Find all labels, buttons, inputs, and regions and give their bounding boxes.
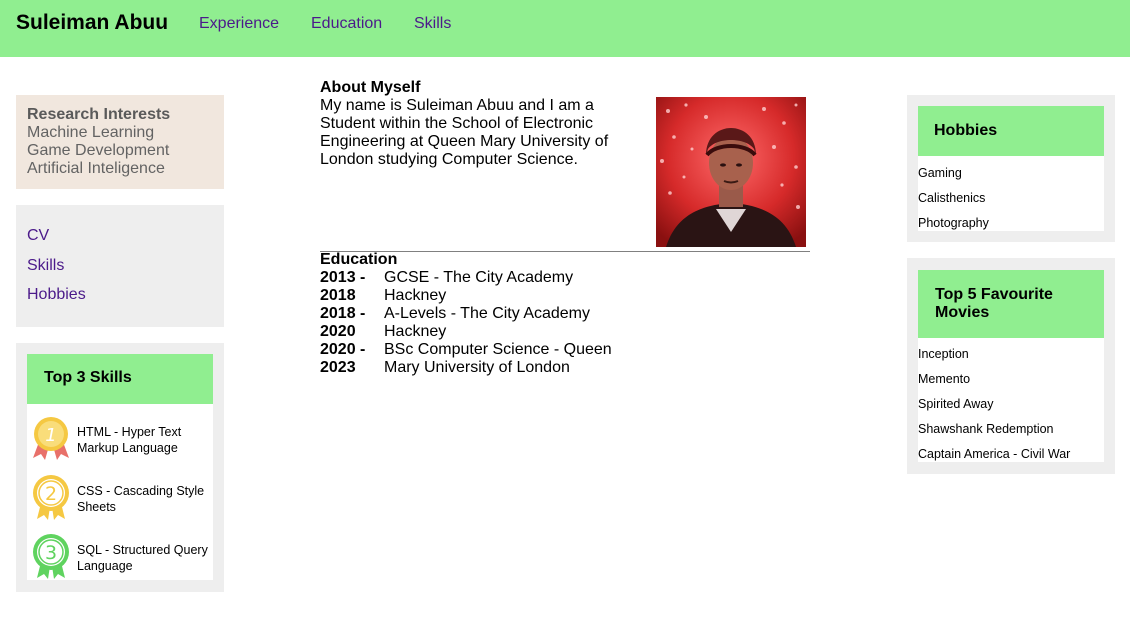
skill-item: 2 CSS - Cascading Style Sheets <box>27 473 213 523</box>
svg-text:3: 3 <box>45 542 57 564</box>
medal-2-icon: 2 <box>33 475 69 520</box>
site-title: Suleiman Abuu <box>16 11 169 34</box>
education-desc: BSc Computer Science - Queen <box>384 341 612 358</box>
skill-label: CSS - Cascading Style Sheets <box>77 484 205 514</box>
top-skills-title: Top 3 Skills <box>27 354 213 404</box>
education-desc: A-Levels - The City Academy <box>384 305 591 322</box>
nav-link-experience[interactable]: Experience <box>199 15 279 33</box>
education-desc: Mary University of London <box>384 359 570 376</box>
about-text: My name is Suleiman Abuu and I am a Stud… <box>320 97 609 168</box>
movie-item: Spirited Away <box>918 397 994 411</box>
link-skills[interactable]: Skills <box>27 257 64 275</box>
education-year: 2018 <box>320 287 356 304</box>
hobbies-list: Gaming Calisthenics Photography <box>918 156 1104 231</box>
medal-3-icon: 3 <box>33 534 69 579</box>
education-year: 2013 - <box>320 269 366 286</box>
profile-photo <box>656 97 806 247</box>
research-interests-box: Research Interests Machine Learning Game… <box>16 95 224 189</box>
hobbies-title: Hobbies <box>918 106 1104 156</box>
movie-item: Captain America - Civil War <box>918 447 1071 461</box>
skill-item: 3 SQL - Structured Query Language <box>27 532 213 582</box>
movie-item: Inception <box>918 347 969 361</box>
hobby-item: Photography <box>918 216 989 230</box>
hobby-item: Calisthenics <box>918 191 986 205</box>
movie-item: Shawshank Redemption <box>918 422 1054 436</box>
education-year: 2018 - <box>320 305 366 322</box>
movies-title: Top 5 Favourite Movies <box>918 270 1104 338</box>
movies-list: Inception Memento Spirited Away Shawshan… <box>918 338 1104 462</box>
education-desc: Hackney <box>384 287 447 304</box>
education-title: Education <box>320 251 398 268</box>
top-skills-panel: Top 3 Skills 1 HTML - Hyper Text Markup … <box>16 343 224 592</box>
research-title: Research Interests <box>27 106 171 123</box>
education-year: 2020 - <box>320 341 366 358</box>
link-cv[interactable]: CV <box>27 227 49 245</box>
research-item: Machine Learning <box>27 124 155 141</box>
skills-list: 1 HTML - Hyper Text Markup Language 2 CS… <box>27 404 213 580</box>
education-desc: Hackney <box>384 323 447 340</box>
svg-text:1: 1 <box>45 425 56 446</box>
education-year: 2020 <box>320 323 356 340</box>
quick-links-panel: CV Skills Hobbies <box>16 205 224 327</box>
about-title: About Myself <box>320 79 421 96</box>
research-item: Artificial Inteligence <box>27 160 165 177</box>
skill-label: HTML - Hyper Text Markup Language <box>77 425 182 455</box>
research-item: Game Development <box>27 142 170 159</box>
svg-text:2: 2 <box>45 483 57 505</box>
nav-link-skills[interactable]: Skills <box>414 15 451 33</box>
nav-link-education[interactable]: Education <box>311 15 382 33</box>
movie-item: Memento <box>918 372 971 386</box>
top-navbar: Suleiman Abuu Experience Education Skill… <box>0 0 1130 57</box>
hobby-item: Gaming <box>918 166 962 180</box>
hobbies-panel: Hobbies Gaming Calisthenics Photography <box>907 95 1115 242</box>
education-desc: GCSE - The City Academy <box>384 269 574 286</box>
skill-label: SQL - Structured Query Language <box>77 543 208 573</box>
movies-panel: Top 5 Favourite Movies Inception Memento… <box>907 258 1115 474</box>
skill-item: 1 HTML - Hyper Text Markup Language <box>27 414 213 464</box>
link-hobbies[interactable]: Hobbies <box>27 286 86 304</box>
education-year: 2023 <box>320 359 356 376</box>
medal-1-icon: 1 <box>33 417 69 460</box>
